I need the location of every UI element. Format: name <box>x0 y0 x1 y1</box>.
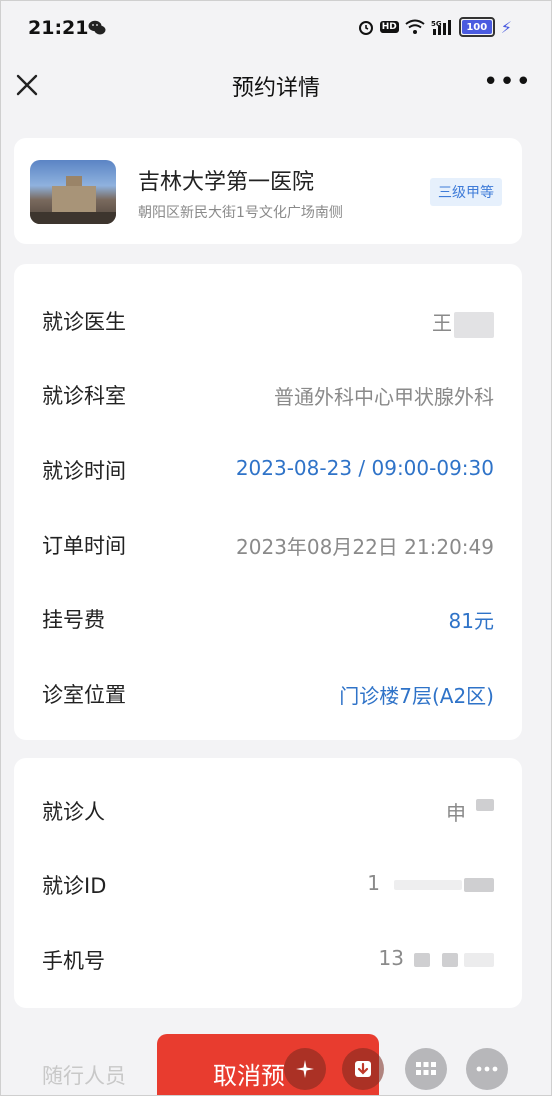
fee-row: 挂号费 81元 <box>14 598 522 638</box>
page-title: 预约详情 <box>231 76 320 101</box>
redacted-blur <box>414 952 430 967</box>
clinic-location-value: 门诊楼7层(A2区) <box>339 684 494 708</box>
phone-row: 手机号 13 <box>14 939 522 979</box>
grid-icon <box>416 1062 436 1075</box>
hospital-address: 朝阳区新民大街1号文化广场南侧 <box>138 205 343 221</box>
redacted-blur <box>476 799 494 811</box>
visit-time-value: 2023-08-23 / 09:00-09:30 <box>235 456 494 480</box>
alarm-icon <box>358 19 374 35</box>
order-time-label: 订单时间 <box>42 534 126 558</box>
clinic-location-row: 诊室位置 门诊楼7层(A2区) <box>14 673 522 713</box>
patient-id-value: 1 <box>367 871 494 895</box>
cellular-signal-icon: 5G <box>431 19 453 35</box>
doctor-value: 王 <box>432 307 494 338</box>
wechat-icon <box>88 20 106 35</box>
grid-button[interactable] <box>405 1048 447 1090</box>
more-options-icon[interactable]: ••• <box>483 69 532 95</box>
fee-value: 81元 <box>448 609 494 633</box>
patient-id-row: 就诊ID 1 <box>14 864 522 904</box>
patient-name: 申 <box>446 801 466 825</box>
redacted-blur <box>454 311 494 338</box>
appointment-info-card: 就诊医生 王 就诊科室 普通外科中心甲状腺外科 就诊时间 2023-08-23 … <box>14 264 522 740</box>
patient-id: 1 <box>367 871 380 895</box>
patient-value: 申 <box>446 797 494 826</box>
battery-level: 100 <box>466 21 488 33</box>
department-row: 就诊科室 普通外科中心甲状腺外科 <box>14 374 522 414</box>
hospital-grade-badge: 三级甲等 <box>430 178 502 206</box>
doctor-label: 就诊医生 <box>42 310 126 334</box>
fee-label: 挂号费 <box>42 608 105 632</box>
companion-label: 随行人员 <box>42 1064 126 1088</box>
order-time-row: 订单时间 2023年08月22日 21:20:49 <box>14 524 522 564</box>
patient-info-card: 就诊人 申 就诊ID 1 手机号 13 <box>14 758 522 1008</box>
hospital-name: 吉林大学第一医院 <box>138 170 315 195</box>
visit-time-label: 就诊时间 <box>42 459 126 483</box>
charging-icon: ⚡ <box>500 17 512 37</box>
status-time: 21:21 <box>28 17 89 39</box>
clinic-location-label: 诊室位置 <box>42 683 126 707</box>
doctor-row: 就诊医生 王 <box>14 300 522 340</box>
more-button[interactable] <box>466 1048 508 1090</box>
download-icon <box>355 1061 371 1077</box>
cancel-button-label: 取消预 <box>213 1062 285 1090</box>
status-bar: 21:21 HD 5G 100 ⚡ <box>0 0 552 58</box>
patient-id-label: 就诊ID <box>42 874 107 898</box>
order-time-value: 2023年08月22日 21:20:49 <box>236 535 494 559</box>
patient-row: 就诊人 申 <box>14 790 522 830</box>
redacted-blur <box>394 879 462 890</box>
nav-bar: 预约详情 ••• <box>0 58 552 114</box>
redacted-blur <box>442 952 458 967</box>
patient-label: 就诊人 <box>42 800 105 824</box>
hospital-card[interactable]: 吉林大学第一医院 朝阳区新民大街1号文化广场南侧 三级甲等 <box>14 138 522 244</box>
status-icons: HD 5G 100 ⚡ <box>358 17 512 37</box>
department-value: 普通外科中心甲状腺外科 <box>274 385 494 409</box>
phone-value: 13 <box>379 946 494 970</box>
download-button[interactable] <box>342 1048 384 1090</box>
redacted-blur <box>464 952 494 967</box>
visit-time-row: 就诊时间 2023-08-23 / 09:00-09:30 <box>14 449 522 489</box>
sparkle-icon <box>296 1060 314 1078</box>
wifi-icon <box>405 19 425 35</box>
battery-icon: 100 <box>458 17 495 37</box>
hd-icon: HD <box>379 21 399 33</box>
sparkle-button[interactable] <box>284 1048 326 1090</box>
phone-label: 手机号 <box>42 949 105 973</box>
redacted-blur <box>464 877 494 892</box>
doctor-name: 王 <box>432 311 452 335</box>
hospital-photo <box>30 160 116 224</box>
phone-number: 13 <box>378 946 404 970</box>
ellipsis-icon <box>476 1066 498 1072</box>
department-label: 就诊科室 <box>42 384 126 408</box>
